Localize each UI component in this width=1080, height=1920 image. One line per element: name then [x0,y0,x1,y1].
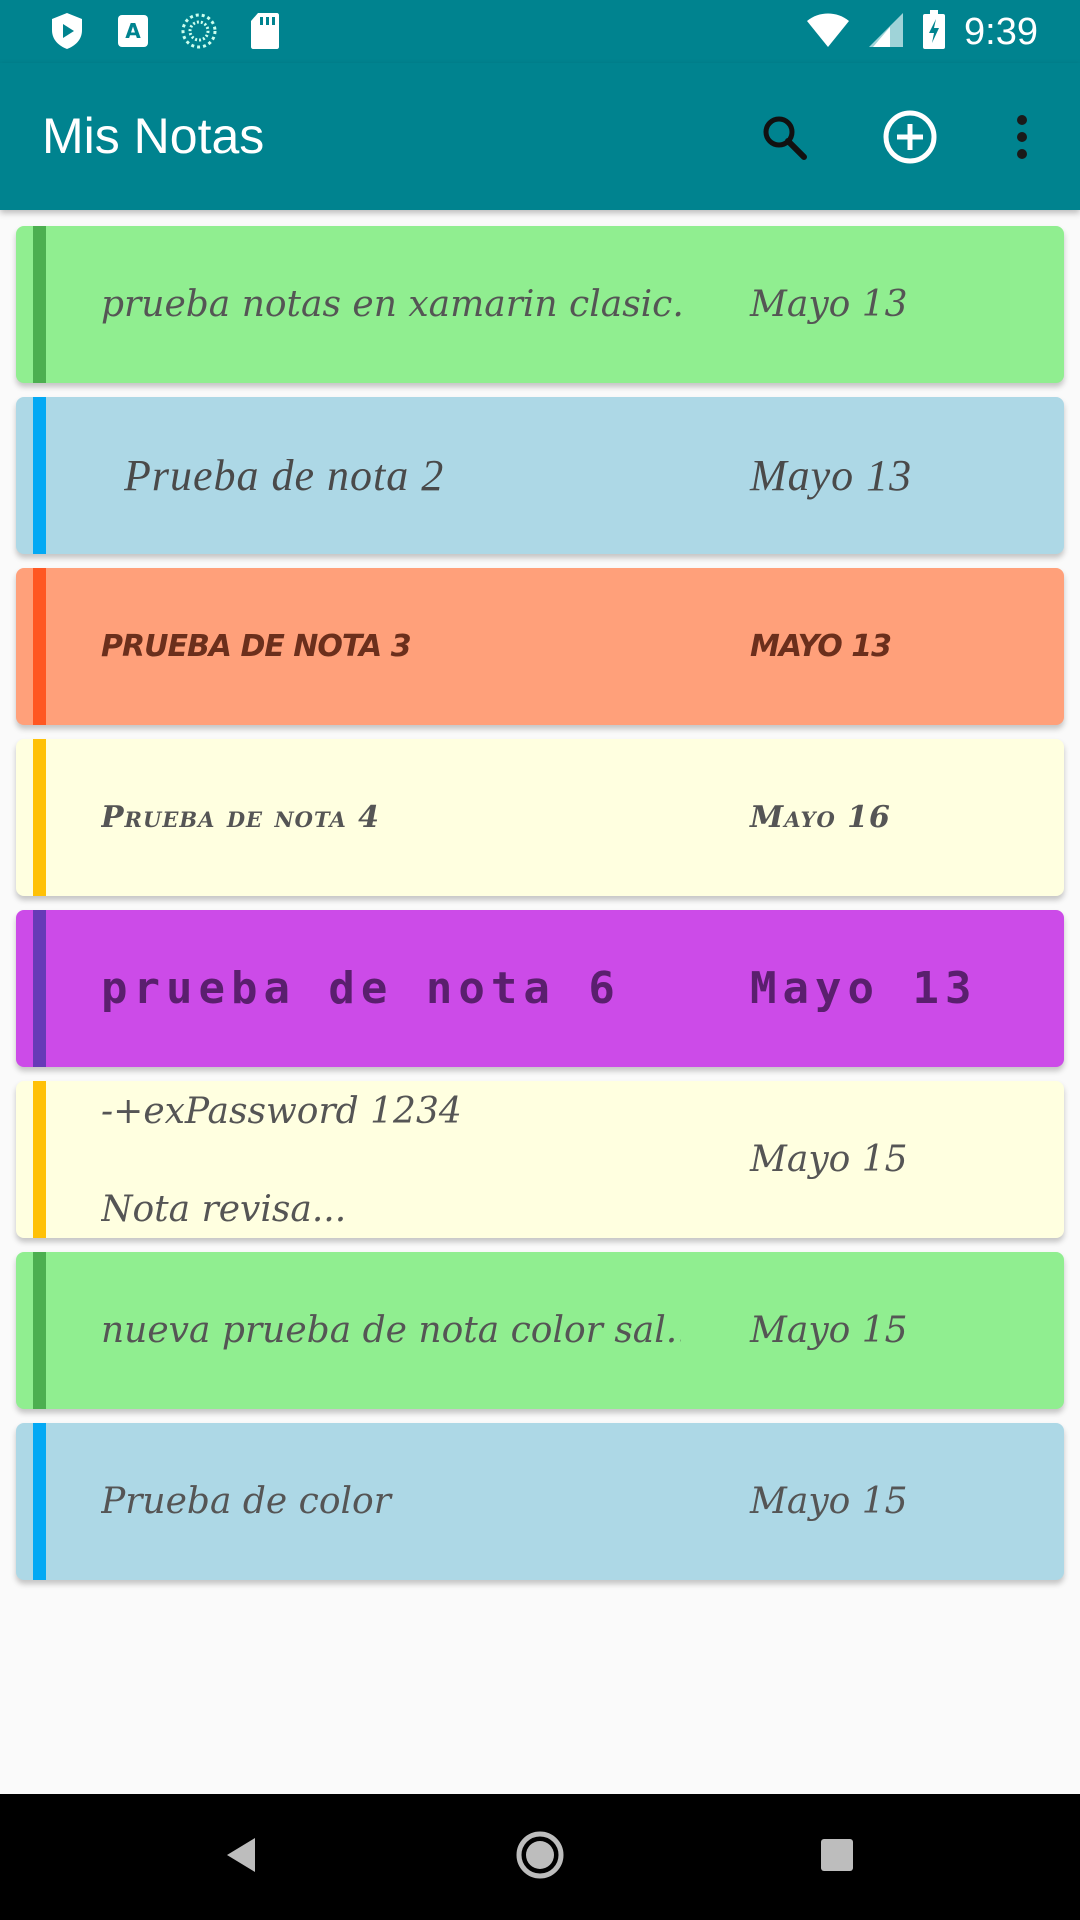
note-color-stripe [33,1252,46,1409]
note-card[interactable]: prueba notas en xamarin clasic... Mayo 1… [16,226,1064,383]
status-bar: A 9:39 [0,0,1080,63]
note-card[interactable]: -+exPassword 1234 Nota revisa... Mayo 15 [16,1081,1064,1238]
add-circle-icon [882,109,938,169]
note-title: Prueba de nota 4 [101,800,381,835]
back-icon [223,1835,259,1879]
back-button[interactable] [206,1822,276,1892]
note-title: nueva prueba de nota color sal... [101,1310,681,1351]
add-note-button[interactable] [872,101,948,177]
navigation-bar [0,1794,1080,1920]
note-date: Mayo 13 [750,963,978,1014]
note-color-stripe [33,1423,46,1580]
note-date: Mayo 13 [750,284,908,325]
notes-list: prueba notas en xamarin clasic... Mayo 1… [16,226,1064,1594]
note-card[interactable]: Prueba de color Mayo 15 [16,1423,1064,1580]
note-date: Mayo 15 [750,1310,908,1351]
note-card[interactable]: Prueba de nota 2 Mayo 13 [16,397,1064,554]
search-icon [759,112,809,166]
note-title-line: Nota revisa... [101,1189,347,1230]
note-color-stripe [33,397,46,554]
svg-text:A: A [125,19,141,43]
clock: 9:39 [964,10,1038,53]
search-button[interactable] [746,101,822,177]
page-title: Mis Notas [42,108,265,164]
play-protect-icon [48,12,86,50]
signal-icon [868,11,904,53]
note-color-stripe [33,1081,46,1238]
note-color-stripe [33,739,46,896]
note-card[interactable]: Prueba de nota 4 Mayo 16 [16,739,1064,896]
screen: A 9:39 Mis Notas prueba notas en xamarin… [0,0,1080,1920]
note-date: MAYO 13 [750,629,892,664]
note-title: Prueba de color [101,1481,391,1522]
note-color-stripe [33,568,46,725]
note-title: PRUEBA DE NOTA 3 [101,629,412,664]
note-color-stripe [33,910,46,1067]
note-title: prueba de nota 6 [101,963,621,1014]
note-date: Mayo 15 [750,1139,908,1180]
note-title-line: -+exPassword 1234 [101,1091,462,1132]
more-vert-icon [1015,114,1029,164]
battery-charging-icon [922,10,946,54]
home-icon [515,1830,565,1884]
note-title: Prueba de nota 2 [124,451,445,500]
app-bar: Mis Notas [0,63,1080,210]
note-date: Mayo 16 [750,800,891,835]
note-date: Mayo 13 [750,451,913,500]
note-date: Mayo 15 [750,1481,908,1522]
recents-icon [819,1837,855,1877]
sync-icon [180,12,218,50]
accessibility-icon: A [114,12,152,50]
wifi-icon [806,11,850,53]
note-title: -+exPassword 1234 Nota revisa... [101,1081,681,1238]
note-color-stripe [33,226,46,383]
home-button[interactable] [505,1822,575,1892]
recents-button[interactable] [802,1822,872,1892]
note-card[interactable]: PRUEBA DE NOTA 3 MAYO 13 [16,568,1064,725]
note-card[interactable]: nueva prueba de nota color sal... Mayo 1… [16,1252,1064,1409]
sd-card-icon [246,12,284,50]
overflow-menu-button[interactable] [984,101,1060,177]
note-card[interactable]: prueba de nota 6 Mayo 13 [16,910,1064,1067]
note-title: prueba notas en xamarin clasic... [101,284,681,325]
